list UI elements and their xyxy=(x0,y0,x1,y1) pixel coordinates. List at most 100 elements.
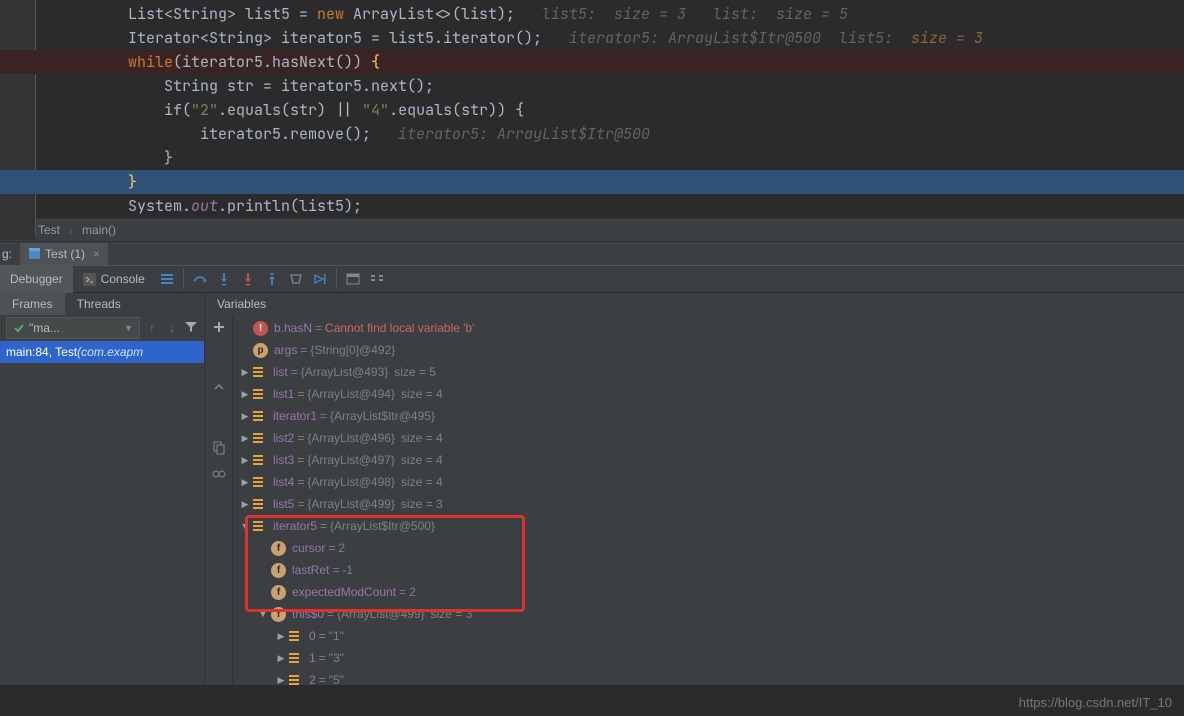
frame-location: (com.exapm xyxy=(77,345,143,359)
variables-title: Variables xyxy=(205,293,266,315)
threads-icon[interactable] xyxy=(155,271,179,287)
expand-icon[interactable]: ▶ xyxy=(239,389,251,400)
variable-row[interactable]: f expectedModCount= 2 xyxy=(233,581,1184,603)
expand-icon[interactable]: ▶ xyxy=(239,411,251,422)
run-tab[interactable]: Test (1) × xyxy=(20,243,108,265)
param-badge-icon: p xyxy=(253,343,268,358)
step-over-icon[interactable] xyxy=(188,271,212,287)
previous-frame-icon[interactable]: ↑ xyxy=(144,321,160,335)
tool-window-label: g: xyxy=(2,247,12,261)
debug-panel-body: "ma... ▼ ↑ ↓ main:84, Test (com.exapm ! … xyxy=(0,315,1184,685)
drop-frame-icon[interactable] xyxy=(284,271,308,287)
variables-gutter xyxy=(205,315,233,685)
code-line: System.out.println(list5); xyxy=(0,194,1184,218)
variable-row[interactable]: f lastRet= -1 xyxy=(233,559,1184,581)
close-icon[interactable]: × xyxy=(93,247,100,261)
variable-row[interactable]: ▼ iterator5= {ArrayList$Itr@500} xyxy=(233,515,1184,537)
console-icon xyxy=(83,273,96,286)
run-tab-label: Test (1) xyxy=(45,247,85,261)
scroll-up-icon[interactable] xyxy=(211,379,227,395)
variable-row[interactable]: ▶ list= {ArrayList@493}size = 5 xyxy=(233,361,1184,383)
code-line: String str = iterator5.next(); xyxy=(0,74,1184,98)
frame-label: main:84, Test xyxy=(6,345,77,359)
expand-icon[interactable]: ▶ xyxy=(275,653,287,664)
array-icon xyxy=(253,454,267,466)
breadcrumb[interactable]: Test › main() xyxy=(0,218,1184,241)
field-badge-icon: f xyxy=(271,607,286,622)
error-badge-icon: ! xyxy=(253,321,268,336)
expand-icon[interactable]: ▶ xyxy=(239,455,251,466)
code-line: Iterator<String> iterator5 = list5.itera… xyxy=(0,26,1184,50)
variable-row[interactable]: ▶ iterator1= {ArrayList$Itr@495} xyxy=(233,405,1184,427)
code-line: if("2".equals(str) || "4".equals(str)) { xyxy=(0,98,1184,122)
run-config-tabs: g: Test (1) × xyxy=(0,241,1184,265)
array-icon xyxy=(253,410,267,422)
array-icon xyxy=(253,520,267,532)
tab-threads[interactable]: Threads xyxy=(65,293,133,315)
expand-icon[interactable]: ▶ xyxy=(239,367,251,378)
debug-toolbar: Debugger Console xyxy=(0,265,1184,292)
expand-icon[interactable]: ▶ xyxy=(275,675,287,686)
variable-row[interactable]: ▶ list4= {ArrayList@498}size = 4 xyxy=(233,471,1184,493)
variables-tree[interactable]: ! b.hasN= Cannot find local variable 'b'… xyxy=(233,315,1184,685)
collapse-icon[interactable]: ▼ xyxy=(239,521,251,531)
thread-label: "ma... xyxy=(29,321,60,335)
application-icon xyxy=(28,247,41,260)
tab-console[interactable]: Console xyxy=(73,266,155,293)
code-line: List<String> list5 = new ArrayList<>(lis… xyxy=(0,2,1184,26)
watermark: https://blog.csdn.net/IT_10 xyxy=(1019,695,1172,710)
array-icon xyxy=(253,366,267,378)
variable-row[interactable]: ▶ list1= {ArrayList@494}size = 4 xyxy=(233,383,1184,405)
variable-row[interactable]: ▶ 2= "5" xyxy=(233,669,1184,691)
thread-selector[interactable]: "ma... ▼ xyxy=(6,317,140,339)
chevron-right-icon: › xyxy=(69,226,72,237)
code-line: } xyxy=(0,146,1184,170)
breadcrumb-item[interactable]: main() xyxy=(82,223,116,237)
array-icon xyxy=(289,674,303,686)
array-icon xyxy=(289,630,303,642)
variable-row[interactable]: ▶ list3= {ArrayList@497}size = 4 xyxy=(233,449,1184,471)
variable-row[interactable]: ▼ f this$0= {ArrayList@499}size = 3 xyxy=(233,603,1184,625)
step-into-icon[interactable] xyxy=(212,271,236,287)
field-badge-icon: f xyxy=(271,563,286,578)
variable-row[interactable]: f cursor= 2 xyxy=(233,537,1184,559)
expand-icon[interactable]: ▶ xyxy=(239,433,251,444)
array-icon xyxy=(253,432,267,444)
expand-icon[interactable]: ▶ xyxy=(275,631,287,642)
tab-debugger[interactable]: Debugger xyxy=(0,266,73,293)
stack-frame[interactable]: main:84, Test (com.exapm xyxy=(0,341,204,363)
variable-row[interactable]: ▶ list5= {ArrayList@499}size = 3 xyxy=(233,493,1184,515)
variable-row[interactable]: ▶ list2= {ArrayList@496}size = 4 xyxy=(233,427,1184,449)
array-icon xyxy=(289,652,303,664)
next-frame-icon[interactable]: ↓ xyxy=(164,321,180,335)
field-badge-icon: f xyxy=(271,541,286,556)
breadcrumb-item[interactable]: Test xyxy=(38,223,60,237)
tab-frames[interactable]: Frames xyxy=(0,293,65,315)
variable-row-error[interactable]: ! b.hasN= Cannot find local variable 'b' xyxy=(233,317,1184,339)
array-icon xyxy=(253,498,267,510)
trace-current-stream-chain-icon[interactable] xyxy=(365,271,389,287)
copy-icon[interactable] xyxy=(211,439,227,455)
frames-panel: "ma... ▼ ↑ ↓ main:84, Test (com.exapm xyxy=(0,315,205,685)
code-line-breakpoint: while(iterator5.hasNext()) { xyxy=(0,50,1184,74)
expand-icon[interactable]: ▶ xyxy=(239,477,251,488)
add-watch-icon[interactable] xyxy=(211,319,227,335)
run-to-cursor-icon[interactable] xyxy=(308,271,332,287)
field-badge-icon: f xyxy=(271,585,286,600)
expand-icon[interactable]: ▶ xyxy=(239,499,251,510)
force-step-into-icon[interactable] xyxy=(236,271,260,287)
code-line-execution: } xyxy=(0,170,1184,194)
evaluate-expression-icon[interactable] xyxy=(341,271,365,287)
variable-row[interactable]: ▶ 0= "1" xyxy=(233,625,1184,647)
filter-icon[interactable] xyxy=(184,320,198,337)
array-icon xyxy=(253,388,267,400)
variable-row[interactable]: ▶ 1= "3" xyxy=(233,647,1184,669)
panel-headers: Frames Threads Variables xyxy=(0,292,1184,315)
code-editor[interactable]: List<String> list5 = new ArrayList<>(lis… xyxy=(0,0,1184,218)
glasses-icon[interactable] xyxy=(211,465,227,481)
chevron-down-icon: ▼ xyxy=(124,323,133,333)
step-out-icon[interactable] xyxy=(260,271,284,287)
variable-row[interactable]: p args= {String[0]@492} xyxy=(233,339,1184,361)
collapse-icon[interactable]: ▼ xyxy=(257,609,269,619)
check-icon xyxy=(13,322,25,334)
